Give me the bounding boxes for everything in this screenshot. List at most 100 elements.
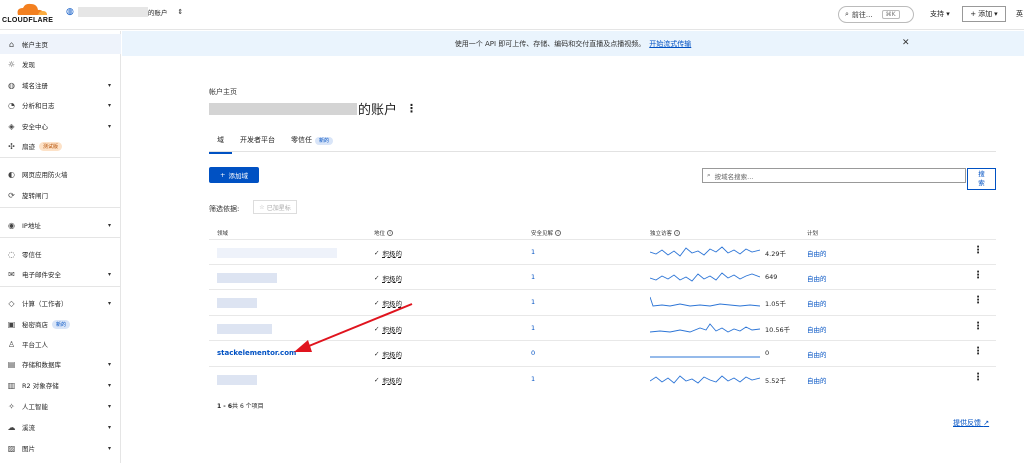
compute-icon: ◇ xyxy=(8,298,15,308)
col-status[interactable]: 地位 i xyxy=(374,229,394,237)
page-title-suffix: 的账户 xyxy=(358,103,398,118)
row-actions-icon[interactable]: ⋮ xyxy=(973,245,983,256)
sidebar-item[interactable]: ▥ R2 对象存储 ▾ xyxy=(0,375,121,395)
sidebar: ⌂ 帐户主页 ☼ 发现 ◍ 域名注册 ▾ ◔ 分析和日志 ▾ ◈ 安全中心 ▾ ✣ 扇迹 测试版 ◐ 网页应用防火… xyxy=(0,31,121,463)
row-actions-icon[interactable]: ⋮ xyxy=(973,295,983,306)
visitors-sparkline xyxy=(650,323,760,333)
col-label: 安全见解 xyxy=(531,231,554,237)
plan-link[interactable]: 自由的 xyxy=(807,298,827,308)
sidebar-item-label: 计算（工作者） xyxy=(22,300,68,308)
sidebar-item[interactable]: ♙ 平台工人 xyxy=(0,334,121,354)
global-search[interactable]: ⌕ 前往... ⌘K xyxy=(838,6,914,23)
sidebar-item-label: 平台工人 xyxy=(22,341,48,349)
row-actions-icon[interactable]: ⋮ xyxy=(973,346,983,357)
cloudflare-logo[interactable]: CLOUDFLARE xyxy=(2,3,54,25)
support-menu[interactable]: 支持 ▾ xyxy=(930,9,950,19)
banner-link[interactable]: 开始流式传输 xyxy=(649,39,691,49)
add-domain-label: 添加域 xyxy=(228,172,248,180)
domain-search-input[interactable]: ⌕ 按域名搜索... xyxy=(702,168,966,183)
database-icon: ▤ xyxy=(7,359,16,369)
sparkline-path xyxy=(650,272,760,282)
sidebar-item-label: 发现 xyxy=(22,61,35,69)
lightbulb-icon: ☼ xyxy=(7,59,16,69)
sidebar-item-label: 溪流 xyxy=(22,424,35,432)
sidebar-item[interactable]: ◈ 安全中心 ▾ xyxy=(0,116,121,136)
close-icon[interactable]: ✕ xyxy=(902,38,910,48)
domain-link[interactable]: stackelementor.com xyxy=(217,349,296,357)
info-icon[interactable]: i xyxy=(555,230,562,236)
security-insights-count[interactable]: 1 xyxy=(531,248,535,256)
domain-cell[interactable] xyxy=(217,273,277,285)
plan-link[interactable]: 自由的 xyxy=(807,248,827,258)
breadcrumb[interactable]: 帐户主页 xyxy=(209,87,237,97)
language-menu[interactable]: 英 xyxy=(1016,9,1023,19)
sidebar-item[interactable]: ◐ 网页应用防火墙 xyxy=(0,164,121,184)
col-security-insights[interactable]: 安全见解 i xyxy=(531,229,562,237)
sidebar-item[interactable]: ▨ 图片 ▾ xyxy=(0,438,121,458)
info-icon[interactable]: i xyxy=(674,230,681,236)
plan-link[interactable]: 自由的 xyxy=(807,375,827,385)
security-insights-count[interactable]: 1 xyxy=(531,324,535,332)
domain-cell[interactable] xyxy=(217,324,272,336)
info-icon[interactable]: i xyxy=(387,230,394,236)
location-icon: ◉ xyxy=(8,220,15,230)
tab-label: 域 xyxy=(217,136,224,144)
more-options-icon[interactable]: ⋮ xyxy=(406,102,417,115)
caret-down-icon: ▾ xyxy=(108,221,112,229)
table-row[interactable]: ✓ 积极的 1 649 自由的 ⋮ xyxy=(209,264,996,289)
plan-link[interactable]: 自由的 xyxy=(807,349,827,359)
plan-link[interactable]: 自由的 xyxy=(807,273,827,283)
sidebar-item-label: 存储和数据库 xyxy=(22,361,61,369)
status-label[interactable]: 积极的 xyxy=(382,273,402,283)
filter-starred-button[interactable]: ☆ 已加星标 xyxy=(253,200,297,214)
security-insights-count[interactable]: 0 xyxy=(531,349,535,357)
domain-cell[interactable] xyxy=(217,298,257,310)
sidebar-item[interactable]: ✉ 电子邮件安全 ▾ xyxy=(0,264,121,284)
sidebar-item[interactable]: ⌂ 帐户主页 xyxy=(0,34,121,54)
table-row[interactable]: ✓ 积极的 1 4.29千 自由的 ⋮ xyxy=(209,239,996,264)
sidebar-item[interactable]: ▤ 存储和数据库 ▾ xyxy=(0,354,121,374)
account-switcher[interactable]: ◍ 的账户 ⇕ xyxy=(66,7,183,17)
domain-cell[interactable] xyxy=(217,375,257,387)
col-domain[interactable]: 领域 xyxy=(217,229,228,237)
annotation-arrow xyxy=(294,303,413,352)
domain-redacted xyxy=(217,273,277,283)
sidebar-item[interactable]: ▣ 秘密商店 新的 xyxy=(0,314,121,334)
sidebar-item[interactable]: ◍ 域名注册 ▾ xyxy=(0,75,121,95)
status-label[interactable]: 积极的 xyxy=(382,248,402,258)
caret-down-icon: ▾ xyxy=(108,444,112,452)
sidebar-item[interactable]: ✣ 扇迹 测试版 xyxy=(0,136,121,156)
row-actions-icon[interactable]: ⋮ xyxy=(973,270,983,281)
domain-cell[interactable] xyxy=(217,248,337,260)
sidebar-item[interactable]: ☼ 发现 xyxy=(0,54,121,74)
check-icon: ✓ xyxy=(374,249,380,257)
table-row[interactable]: ✓ 积极的 1 5.52千 自由的 ⋮ xyxy=(209,366,996,391)
col-label: 地位 xyxy=(374,231,386,237)
search-button[interactable]: 搜索 xyxy=(967,168,996,190)
col-unique-visitors[interactable]: 独立访客 i xyxy=(650,229,681,237)
col-plan[interactable]: 计划 xyxy=(807,229,818,237)
feedback-link[interactable]: 提供反馈 ↗ xyxy=(953,418,989,428)
add-menu-button[interactable]: + 添加 ▾ xyxy=(962,6,1006,22)
domain-cell[interactable]: stackelementor.com xyxy=(217,349,296,357)
domain-redacted xyxy=(217,324,272,334)
sidebar-item[interactable]: ◌ 零信任 xyxy=(0,244,121,264)
security-insights-count[interactable]: 1 xyxy=(531,273,535,281)
shield-icon: ◈ xyxy=(8,121,15,131)
sidebar-item[interactable]: ☁ 溪流 ▾ xyxy=(0,417,121,437)
row-actions-icon[interactable]: ⋮ xyxy=(973,372,983,383)
status-label[interactable]: 积极的 xyxy=(382,375,402,385)
sidebar-item[interactable]: ✧ 人工智能 ▾ xyxy=(0,396,121,416)
add-domain-button[interactable]: + 添加域 xyxy=(209,167,259,183)
sidebar-item[interactable]: ◉ IP地址 ▾ xyxy=(0,215,121,235)
sidebar-item[interactable]: ⟳ 旋转闸门 xyxy=(0,185,121,205)
security-insights-count[interactable]: 1 xyxy=(531,298,535,306)
globe-icon: ◍ xyxy=(8,80,15,90)
plan-link[interactable]: 自由的 xyxy=(807,324,827,334)
sidebar-item[interactable]: ◇ 计算（工作者） ▾ xyxy=(0,293,121,313)
ai-icon: ✧ xyxy=(8,401,15,411)
security-insights-count[interactable]: 1 xyxy=(531,375,535,383)
external-link-icon: ↗ xyxy=(983,419,990,427)
sidebar-item[interactable]: ◔ 分析和日志 ▾ xyxy=(0,95,121,115)
row-actions-icon[interactable]: ⋮ xyxy=(973,321,983,332)
